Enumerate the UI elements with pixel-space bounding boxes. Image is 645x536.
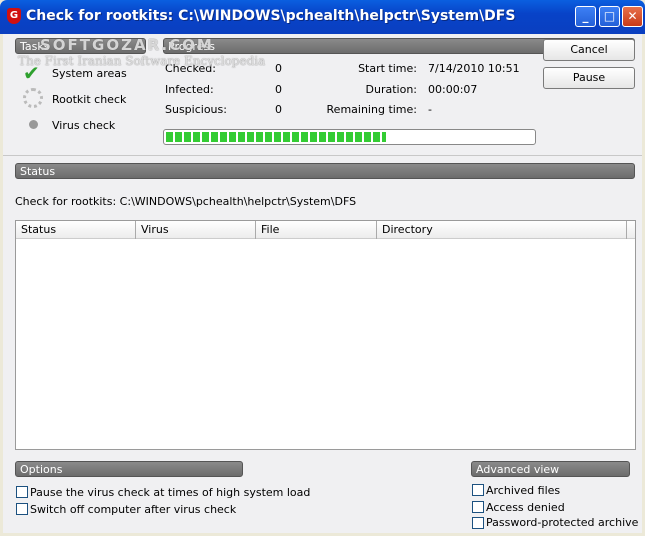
archived-files-checkbox[interactable] [472, 484, 484, 496]
access-denied-checkbox[interactable] [472, 501, 484, 513]
archived-files-label[interactable]: Archived files [486, 484, 560, 497]
password-archive-checkbox[interactable] [472, 517, 484, 529]
remaining-value: - [428, 103, 432, 116]
advanced-view-header: Advanced view [471, 461, 630, 477]
table-header: Status Virus File Directory [16, 221, 635, 239]
spinner-icon [23, 88, 43, 108]
app-shield-icon: G [7, 8, 21, 24]
suspicious-label: Suspicious: [165, 103, 227, 116]
progress-fill [166, 132, 387, 142]
duration-value: 00:00:07 [428, 83, 478, 96]
minimize-button[interactable]: _ [575, 6, 596, 27]
status-header: Status [15, 163, 635, 179]
column-virus[interactable]: Virus [136, 221, 256, 239]
tasks-header: Tasks [15, 38, 146, 54]
duration-label: Duration: [365, 83, 417, 96]
options-header: Options [15, 461, 243, 477]
dialog-body: Tasks Progress ✔ System areas Rootkit ch… [3, 34, 642, 533]
start-time-value: 7/14/2010 10:51 [428, 62, 520, 75]
column-directory[interactable]: Directory [377, 221, 627, 239]
infected-label: Infected: [165, 83, 214, 96]
close-button[interactable]: ✕ [622, 6, 643, 27]
pause-button[interactable]: Pause [543, 67, 635, 89]
start-time-label: Start time: [358, 62, 417, 75]
task-rootkit-check: Rootkit check [52, 93, 127, 106]
dot-icon [29, 120, 38, 129]
maximize-button[interactable]: □ [599, 6, 620, 27]
checked-label: Checked: [165, 62, 216, 75]
remaining-label: Remaining time: [326, 103, 417, 116]
scan-progress-bar [163, 129, 536, 145]
check-icon: ✔ [23, 61, 40, 85]
pause-high-load-label[interactable]: Pause the virus check at times of high s… [30, 486, 310, 499]
task-virus-check: Virus check [52, 119, 116, 132]
switch-off-label[interactable]: Switch off computer after virus check [30, 503, 236, 516]
switch-off-checkbox[interactable] [16, 503, 28, 515]
suspicious-value: 0 [275, 103, 282, 116]
infected-value: 0 [275, 83, 282, 96]
title-bar: G Check for rootkits: C:\WINDOWS\pchealt… [0, 0, 645, 34]
column-status[interactable]: Status [16, 221, 136, 239]
status-text: Check for rootkits: C:\WINDOWS\pchealth\… [15, 195, 357, 208]
window-title: Check for rootkits: C:\WINDOWS\pchealth\… [26, 8, 516, 24]
access-denied-label[interactable]: Access denied [486, 501, 565, 514]
divider [3, 155, 642, 156]
column-file[interactable]: File [256, 221, 377, 239]
password-archive-label[interactable]: Password-protected archive [486, 516, 638, 529]
results-table[interactable]: Status Virus File Directory [15, 220, 636, 450]
task-system-areas: System areas [52, 67, 127, 80]
checked-value: 0 [275, 62, 282, 75]
cancel-button[interactable]: Cancel [543, 39, 635, 61]
pause-high-load-checkbox[interactable] [16, 486, 28, 498]
